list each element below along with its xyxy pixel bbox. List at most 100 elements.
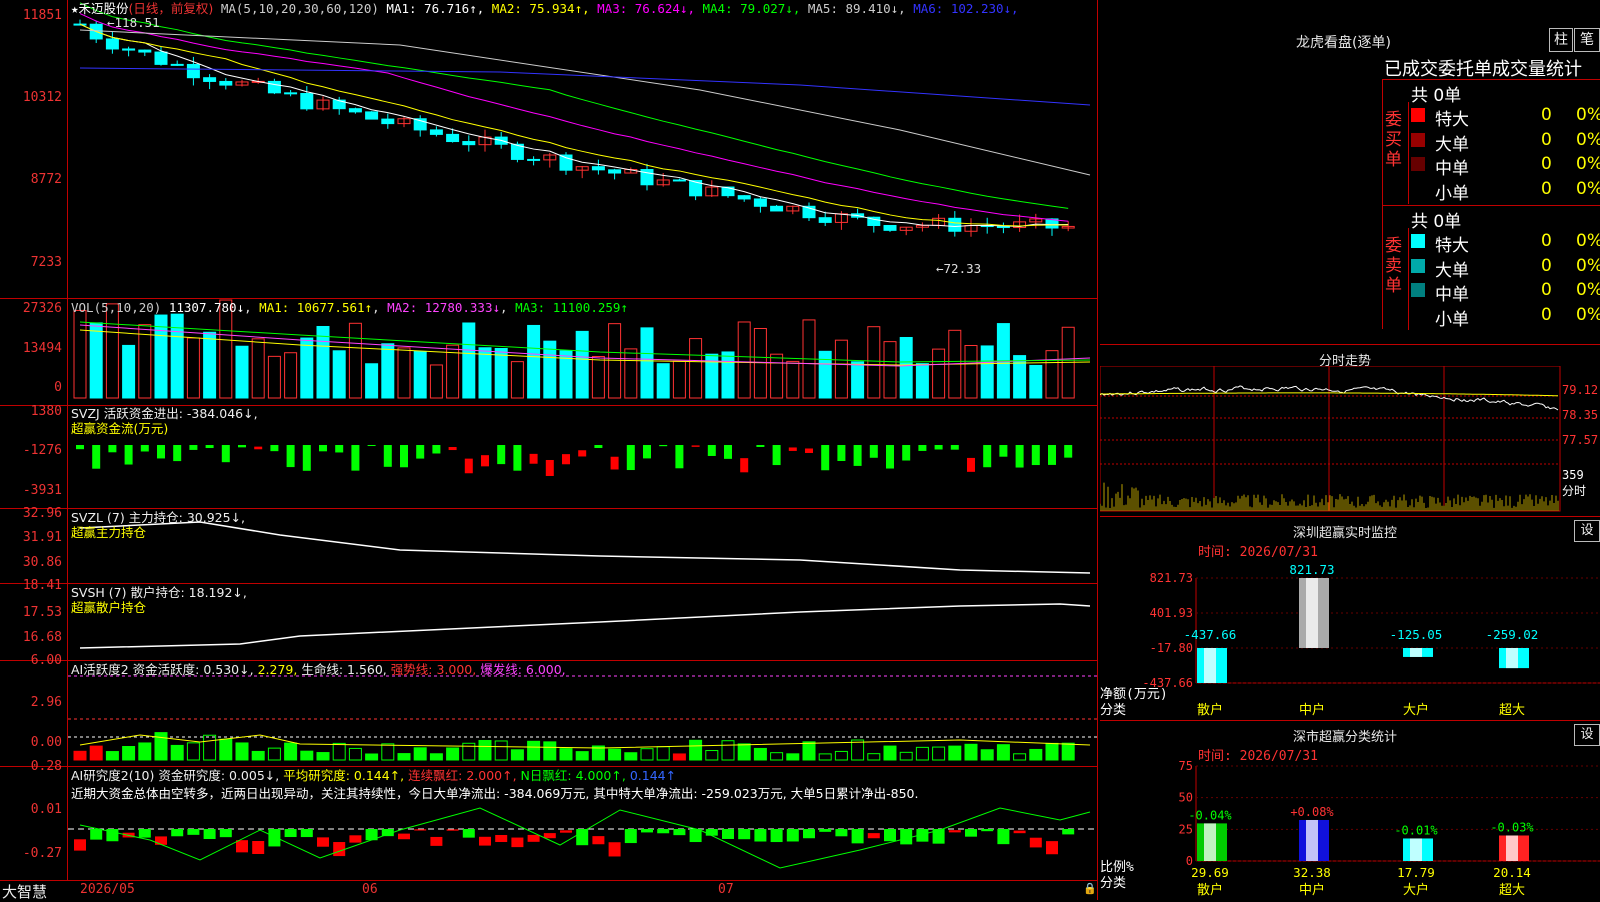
longhu-title: 龙虎看盘(逐单) [1296,35,1391,51]
lock-icon[interactable]: 🔒 [1083,882,1097,895]
volume-bar [170,313,184,399]
sell-row-pct: 0% [1576,255,1600,276]
candle-body [154,51,168,65]
flow-bar [497,445,506,465]
volume-bar [251,338,265,399]
volume-bar [316,325,330,399]
vol-title: VOL(5,10,20) 11307.780↓, MA1: 10677.561↑… [71,300,628,315]
research-bar [965,829,977,837]
research-bar [884,829,896,842]
active-bar [786,753,800,761]
research-bar [835,829,848,837]
research-bar [252,840,265,854]
y-tick: 821.73 [1150,571,1193,585]
ai2-ytick: 0.01 [30,802,62,817]
chart-workspace[interactable]: ★禾迈股份(日线，前复权) MA(5,10,20,30,60,120) MA1:… [0,0,1098,901]
flow-bar [675,445,684,469]
bar-超大: -259.02 超大 [1486,627,1539,718]
tick-view-button[interactable]: 笔 [1574,28,1600,52]
bar-highlight [1506,647,1518,669]
ma5-line [79,29,1091,176]
research-bar [673,829,686,836]
flow-bar [594,445,603,448]
flow-bar [902,445,911,461]
volume-bar [915,363,929,399]
research-bar [171,829,184,837]
research-bar [90,829,103,840]
flow-bar [302,445,311,471]
bar-value-label: -437.66 [1184,627,1237,642]
flow-bar [869,445,878,458]
flow-bar [367,445,376,447]
y-axis-label: 净额(万元) [1100,687,1168,702]
volume-bar [381,343,395,399]
ai-research-layer [68,807,1097,869]
chart-canvas[interactable] [0,0,1098,900]
flow-bar [416,445,425,459]
sz-monitor-settings-button[interactable]: 设 [1574,520,1600,542]
flow-bar [140,445,149,452]
bar-change-label: -0.04% [1188,808,1232,822]
active-bar [429,753,443,761]
bar-category-label: 散户 [1197,882,1223,898]
active-bar [640,748,654,761]
flow-bar [529,453,538,464]
flow-bar [691,445,700,447]
candle-body [381,118,395,125]
volume-bar [640,327,654,399]
candle-body [883,224,897,231]
column-view-button[interactable]: 柱 [1549,28,1573,52]
main-chart-title: ★禾迈股份(日线，前复权) MA(5,10,20,30,60,120) MA1:… [71,1,1019,16]
vol-ytick: 27326 [22,301,62,316]
svzl-ytick: 32.96 [22,506,62,521]
intraday-chart[interactable]: 79.12 78.35 77.57 359 分时 [1100,366,1600,516]
bar-value-label: -125.05 [1390,627,1443,642]
active-bar [1013,753,1027,761]
bar-highlight [1204,823,1216,861]
ai1-ytick: 2.96 [30,695,62,710]
intraday-vol-unit: 分时 [1562,484,1586,498]
candle-body [300,93,314,110]
buy-row-pct: 0% [1576,154,1600,174]
svzj-ytick: -1276 [22,443,62,458]
volume-bar [834,339,848,399]
active-bar [122,746,136,761]
intraday-panel[interactable]: 分时走势 79.12 78.35 77.57 359 分时 [1100,344,1600,516]
volume-bar [365,363,379,399]
candle-body [219,80,233,86]
volume-bar [608,323,622,399]
flow-bar [254,446,263,450]
sz-stats-settings-button[interactable]: 设 [1574,724,1600,746]
svsh-ytick: 18.41 [22,578,62,593]
ai2-ytick: 0.28 [30,759,62,774]
active-bar [446,747,460,761]
research-bar [446,829,459,831]
active-bar [1061,742,1075,761]
sell-row: 特大 0 0% [1411,231,1600,256]
volume-bar [510,361,524,399]
ma1-line [79,23,1069,228]
flow-bar [173,445,182,462]
main-ytick: 10312 [22,90,62,105]
ma-title: MA(5,10,20,30,60,120) [220,1,379,16]
research-bar [543,833,556,839]
flow-bar [610,456,619,470]
buy-row-name: 特大 [1435,110,1469,130]
volume-bar [413,350,427,399]
flow-bar [464,458,473,474]
candle-body [818,217,832,223]
buy-row-count: 0 [1541,105,1552,125]
research-bar [398,833,410,840]
active-bar [851,739,865,761]
buy-swatch [1411,132,1425,147]
research-bar [997,829,1010,845]
stock-name[interactable]: 禾迈股份 [79,1,129,16]
y-tick: -17.80 [1150,641,1193,655]
ma-value-6: MA6: 102.230↓, [905,1,1019,16]
research-bar [219,829,232,838]
buy-row-count: 0 [1541,129,1552,150]
flow-bar [481,455,489,467]
flow-bar [432,445,441,454]
research-bar [770,829,783,843]
candle-body [122,48,136,51]
